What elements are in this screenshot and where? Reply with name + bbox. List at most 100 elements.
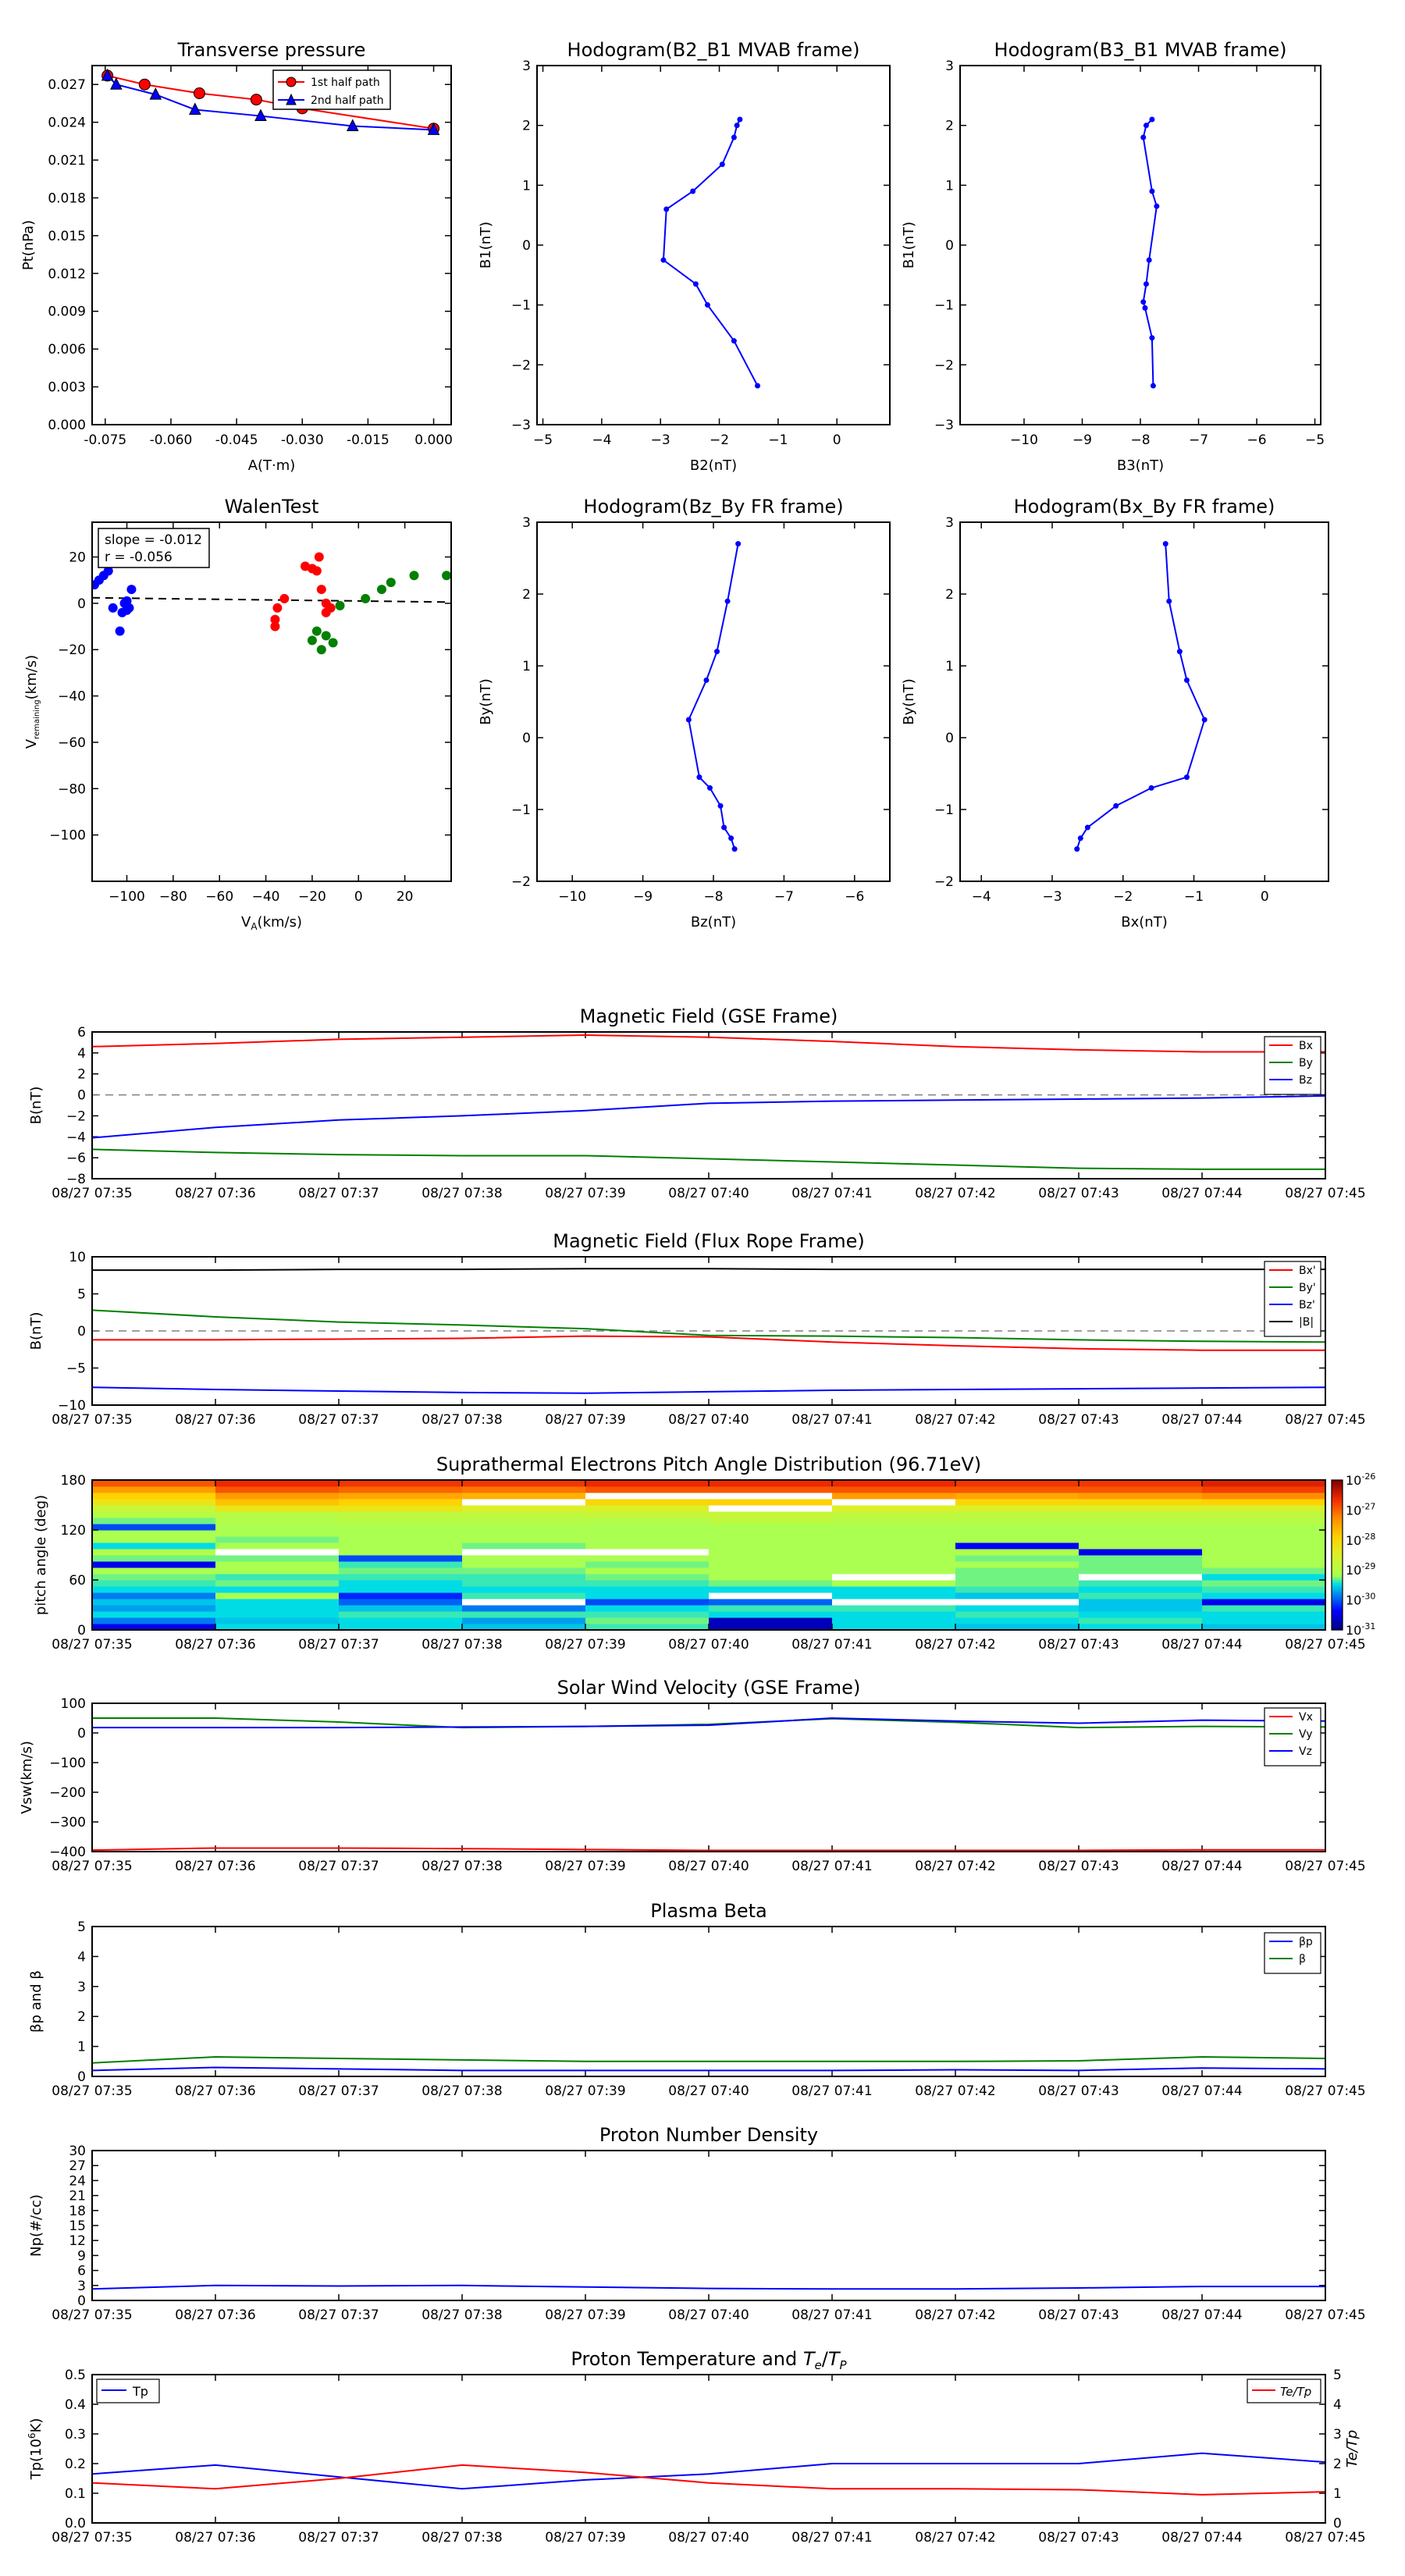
heatmap-cell: [462, 1599, 586, 1606]
heatmap-cell: [92, 1524, 216, 1531]
heatmap-cell: [1202, 1574, 1326, 1581]
heatmap-cell: [832, 1530, 956, 1537]
heatmap-cell: [585, 1586, 710, 1593]
legend-label: Vy: [1299, 1728, 1313, 1741]
heatmap-cell: [709, 1574, 833, 1581]
y-tick-label: 0: [522, 238, 531, 254]
data-point: [335, 600, 345, 610]
heatmap-cell: [955, 1511, 1080, 1518]
x-tick-label: 08/27 07:39: [545, 1186, 625, 1201]
heatmap-cell: [832, 1499, 956, 1506]
heatmap-cell: [585, 1617, 710, 1624]
heatmap-cell: [585, 1530, 710, 1537]
heatmap-cell: [709, 1611, 833, 1618]
x-tick-label: 08/27 07:45: [1285, 1859, 1365, 1874]
x-tick-label: −10: [1010, 432, 1038, 448]
heatmap-cell: [709, 1536, 833, 1543]
heatmap-cell: [955, 1574, 1080, 1581]
y-tick-label: 3: [522, 515, 531, 531]
x-tick-label: 08/27 07:36: [175, 1637, 255, 1653]
heatmap-cell: [339, 1605, 463, 1612]
x-tick-label: −9: [1072, 432, 1092, 448]
x-tick-label: 08/27 07:42: [915, 1186, 995, 1201]
x-tick-label: 08/27 07:43: [1038, 1186, 1119, 1201]
y-tick-label: 3: [945, 515, 954, 531]
y2-tick-label: 3: [1333, 2427, 1342, 2443]
x-tick-label: 08/27 07:37: [298, 2083, 379, 2099]
chart-title: Hodogram(B3_B1 MVAB frame): [994, 39, 1287, 61]
heatmap-cell: [339, 1580, 463, 1587]
heatmap-cell: [92, 1517, 216, 1525]
y-tick-label: 0.5: [65, 2368, 86, 2383]
y-label-sub: remaining: [33, 699, 41, 739]
data-point: [1142, 305, 1148, 311]
heatmap-cell: [1079, 1493, 1203, 1500]
y-tick-label: 0: [77, 2293, 86, 2309]
x-tick-label: 08/27 07:45: [1285, 2307, 1365, 2323]
x-tick-label: 08/27 07:43: [1038, 2307, 1119, 2323]
heatmap-cell: [832, 1599, 956, 1606]
heatmap-cell: [339, 1542, 463, 1550]
heatmap-cell: [955, 1586, 1080, 1593]
y-tick-label: 0.024: [48, 116, 86, 131]
legend-label: Te/Tp: [1280, 2385, 1311, 2399]
data-point: [1143, 281, 1149, 287]
chart-title: Proton Temperature and Te/TP: [571, 2348, 847, 2372]
y-tick-label: −1: [934, 298, 954, 314]
y-tick-label: 1: [945, 659, 954, 674]
chart-title: Suprathermal Electrons Pitch Angle Distr…: [436, 1453, 981, 1475]
y-tick-label: 5: [77, 1287, 86, 1303]
x-tick-label: 08/27 07:45: [1285, 1412, 1365, 1428]
y2-tick-label: 4: [1333, 2397, 1342, 2413]
x-tick-label: 08/27 07:36: [175, 1186, 255, 1201]
heatmap-cell: [832, 1511, 956, 1518]
heatmap-cell: [1079, 1511, 1203, 1518]
x-tick-label: −2: [1113, 889, 1133, 905]
heatmap-cell: [955, 1592, 1080, 1599]
x-tick-label: 08/27 07:44: [1161, 1637, 1242, 1653]
x-tick-label: 08/27 07:41: [791, 2530, 872, 2546]
colorbar-base: 10: [1346, 1533, 1361, 1548]
x-axis-label: Bx(nT): [1121, 914, 1167, 930]
heatmap-cell: [339, 1561, 463, 1568]
legend-label: By: [1299, 1057, 1313, 1069]
data-point: [1149, 335, 1155, 341]
x-tick-label: 08/27 07:39: [545, 1637, 625, 1653]
y-tick-label: 0: [77, 596, 86, 612]
x-tick-label: 08/27 07:42: [915, 2083, 995, 2099]
heatmap-cell: [215, 1561, 340, 1568]
heatmap-cell: [215, 1567, 340, 1574]
y-tick-label: −2: [511, 874, 531, 890]
data-point: [1154, 203, 1160, 209]
x-tick-label: 08/27 07:36: [175, 2083, 255, 2099]
legend: Te/Tp: [1247, 2379, 1321, 2403]
y-label-tail: (km/s): [23, 655, 40, 699]
y-label-sup: 6: [27, 2432, 37, 2439]
data-point: [250, 94, 262, 106]
x-tick-label: -0.075: [84, 432, 126, 448]
heatmap-cell: [1202, 1599, 1326, 1606]
heatmap-cell: [92, 1499, 216, 1506]
annotation-slope: slope = -0.012: [105, 532, 202, 548]
heatmap-cell: [955, 1611, 1080, 1618]
data-point: [1183, 774, 1190, 781]
x-tick-label: 08/27 07:40: [668, 2083, 749, 2099]
heatmap-cell: [1079, 1617, 1203, 1624]
data-point: [442, 571, 451, 581]
legend-label: Bx: [1299, 1040, 1313, 1052]
y-tick-label: 12: [69, 2233, 86, 2249]
x-axis-label: VA(km/s): [241, 914, 302, 932]
heatmap-cell: [215, 1574, 340, 1581]
heatmap-cell: [955, 1599, 1080, 1606]
heatmap-cell: [1079, 1567, 1203, 1574]
x-tick-label: 08/27 07:42: [915, 1859, 995, 1874]
x-label-tail: (km/s): [258, 914, 302, 930]
y-tick-label: 0.1: [65, 2486, 86, 2502]
heatmap-cell: [709, 1517, 833, 1525]
x-tick-label: 08/27 07:44: [1161, 2083, 1242, 2099]
heatmap-cell: [955, 1580, 1080, 1587]
y-tick-label: 0: [77, 1088, 86, 1104]
x-tick-label: 08/27 07:45: [1285, 1637, 1365, 1653]
heatmap-cell: [462, 1511, 586, 1518]
x-tick-label: 08/27 07:36: [175, 1412, 255, 1428]
